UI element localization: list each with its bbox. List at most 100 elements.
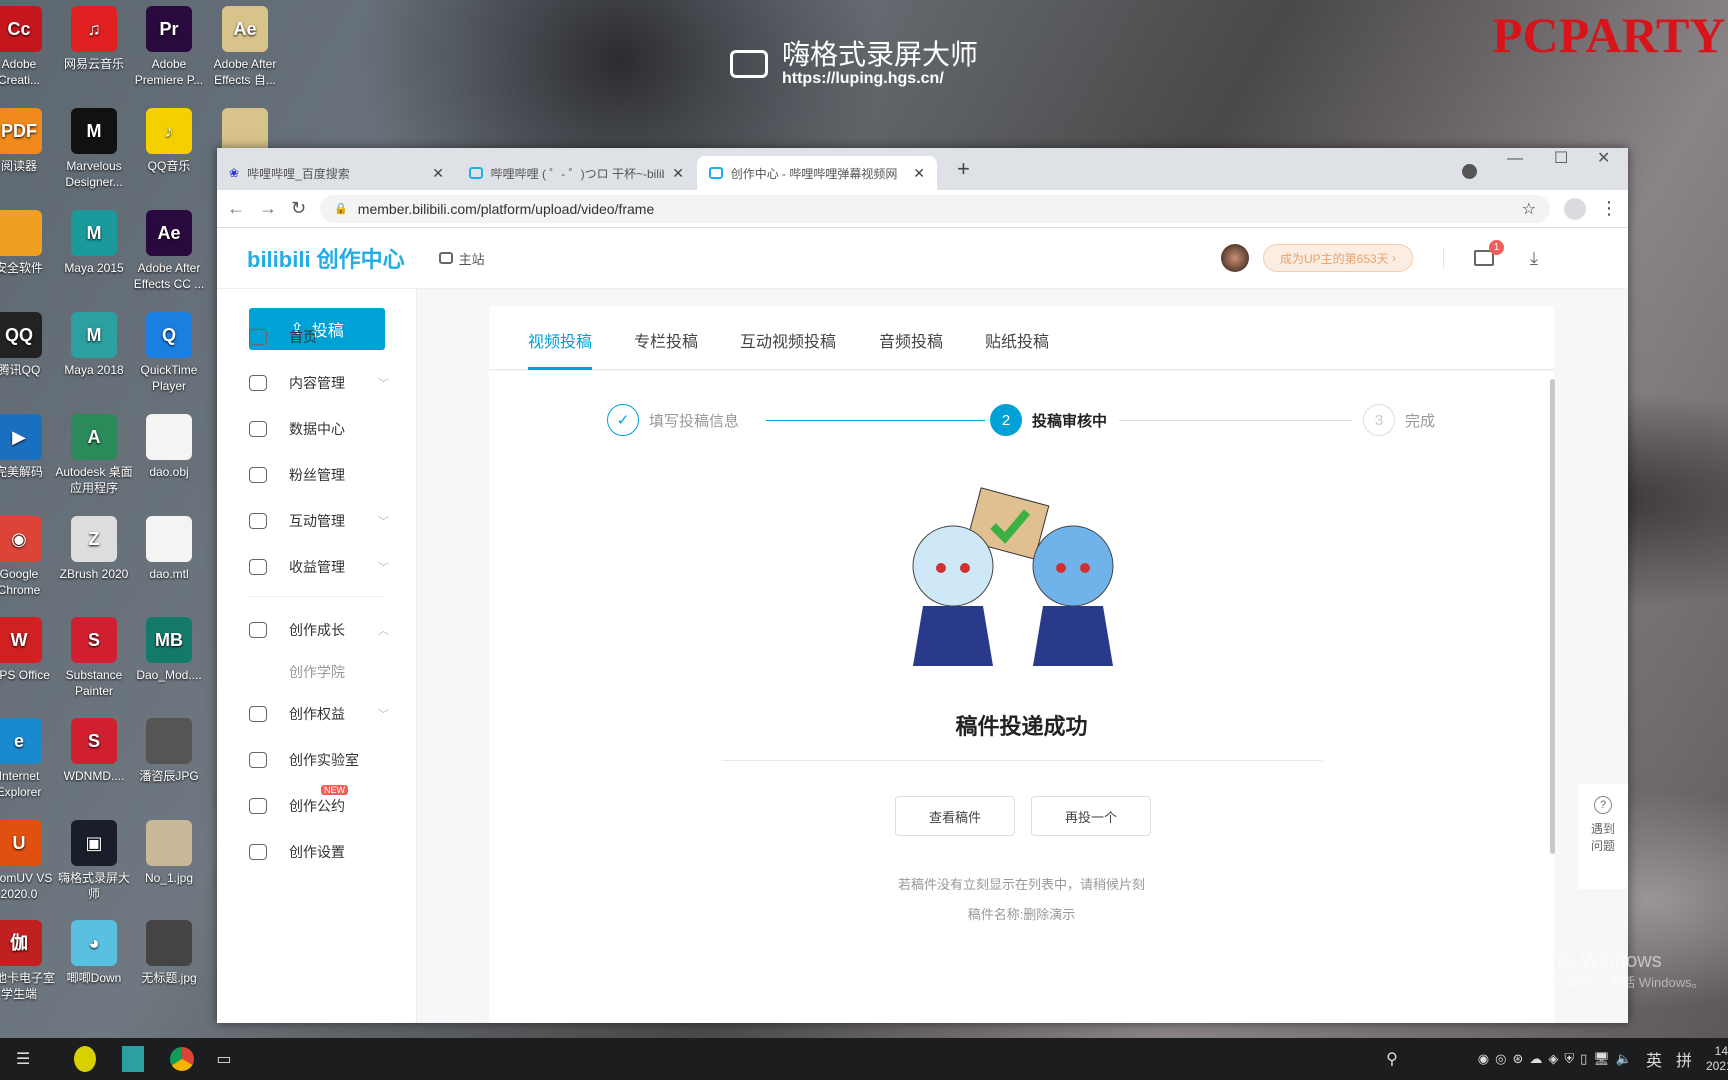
desktop-icon[interactable]: S Substance Painter [54,617,134,699]
submit-again-button[interactable]: 再投一个 [1031,796,1151,836]
sidebar-item[interactable]: 创作成长 ︿ [249,615,389,645]
sidebar-item[interactable]: 粉丝管理 [249,460,389,490]
view-submission-button[interactable]: 查看稿件 [895,796,1015,836]
close-window-button[interactable]: ✕ [1597,148,1610,168]
desktop-icon[interactable]: ♫ 网易云音乐 [54,6,134,72]
activation-subtitle: 转到"设置"以激活 Windows。 [1535,975,1705,990]
taskbar-app-chrome[interactable] [170,1047,195,1071]
desktop-icon[interactable]: A Autodesk 桌面应用程序 [54,414,134,496]
forward-icon[interactable]: → [259,198,277,219]
desktop-icon[interactable]: M Maya 2015 [54,210,134,276]
tray-icons[interactable]: ◉◎⊛☁◈⛨▯🖥🔈 [1478,1051,1638,1067]
maximize-button[interactable]: ☐ [1554,148,1568,168]
upload-tab[interactable]: 互动视频投稿 [740,328,836,370]
taskbar-app-recorder[interactable]: ▭ [216,1049,231,1069]
taskbar-app-maya[interactable] [122,1046,145,1072]
desktop-icon[interactable]: dao.obj [129,414,209,480]
close-tab-icon[interactable]: ✕ [913,165,925,182]
desktop-icon-label: Adobe Premiere P... [134,57,204,87]
tab-search-icon[interactable] [1462,164,1477,179]
app-icon: ◕ [71,920,117,966]
clock[interactable]: 142021 [1706,1044,1728,1074]
scrollbar[interactable] [1550,379,1555,854]
sidebar-item[interactable]: 互动管理 ﹀ [249,506,389,536]
ime-mode[interactable]: 拼 [1676,1047,1692,1071]
sidebar-item[interactable]: 创作公约 NEW [249,785,389,821]
desktop-icon[interactable]: Ae Adobe After Effects 自... [205,6,285,88]
address-bar[interactable]: 🔒 member.bilibili.com/platform/upload/vi… [320,194,1550,223]
new-tab-button[interactable]: + [957,156,970,182]
minimize-button[interactable]: — [1507,150,1523,168]
app-icon: Cc [0,6,42,52]
upload-card: ✓ 填写投稿信息 2 投稿审核中 3 完成 稿件投递成功 查看稿件 再投一个 若稿件没有立… [489,371,1554,1023]
avatar[interactable] [1220,244,1249,272]
task-view-icon[interactable]: ☰ [16,1049,30,1069]
desktop-icon[interactable]: Z ZBrush 2020 [54,516,134,582]
app-icon: MB [146,617,192,663]
upload-tab[interactable]: 视频投稿 [528,328,593,370]
profile-icon[interactable] [1564,197,1586,220]
desktop-icon[interactable]: Pr Adobe Premiere P... [129,6,209,88]
sidebar-item[interactable]: 内容管理 ﹀ [249,368,389,398]
tab-baidu[interactable]: ❀ 哔哩哔哩_百度搜索 ✕ [217,156,456,190]
desktop-icon-label: dao.obj [149,465,189,479]
desktop-icon[interactable]: ♪ QQ音乐 [129,108,209,174]
desktop-icon[interactable]: ◕ 唧唧Down [54,920,134,986]
desktop-icon-label: ZoomUV VS 2020.0 [0,871,53,901]
desktop-icon[interactable]: S WDNMD.... [54,718,134,784]
sidebar-item[interactable]: 首页 [249,322,389,352]
desktop-icon[interactable]: 无标题.jpg [129,920,209,986]
desktop-icon[interactable]: 伽卡他卡电子室学生端 [0,920,59,1002]
tab-creator-center[interactable]: 创作中心 - 哔哩哔哩弹幕视频网 ✕ [697,156,937,190]
mail-icon[interactable]: 1 [1474,240,1505,266]
main-site-link[interactable]: 主站 [438,249,485,268]
desktop-icon[interactable]: PDF 阅读器 [0,108,59,174]
desktop-icon[interactable]: ▣ 嗨格式录屏大师 [54,820,134,902]
upload-tab[interactable]: 贴纸投稿 [985,328,1049,370]
tab-title: 哔哩哔哩_百度搜索 [247,166,350,181]
desktop-icon[interactable]: ◉ Google Chrome [0,516,59,598]
desktop-icon[interactable]: QQ 腾讯QQ [0,312,59,378]
sidebar-item[interactable]: 创作设置 [249,837,389,867]
desktop-icon[interactable]: No_1.jpg [129,820,209,886]
ime-lang[interactable]: 英 [1646,1047,1662,1071]
desktop-icon[interactable]: U ZoomUV VS 2020.0 [0,820,59,902]
desktop-icon[interactable]: e Internet Explorer [0,718,59,800]
upload-tab[interactable]: 音频投稿 [879,328,943,370]
upload-tab[interactable]: 专栏投稿 [634,328,698,370]
app-icon: ♫ [71,6,117,52]
back-icon[interactable]: ← [227,198,245,219]
sidebar-item[interactable]: 创作权益 ﹀ [249,699,389,729]
sidebar-item[interactable]: 创作实验室 [249,745,389,775]
desktop-icon[interactable]: Ae Adobe After Effects CC ... [129,210,209,292]
desktop-icon[interactable]: 潘咨辰JPG [129,718,209,784]
sidebar-item[interactable]: 数据中心 [249,414,389,444]
desktop-icon[interactable]: MB Dao_Mod.... [129,617,209,683]
desktop-icon-label: QQ音乐 [147,159,191,173]
sidebar-item-label: 收益管理 [289,559,345,575]
sidebar-item[interactable]: 创作学院 [249,657,389,687]
sidebar-item[interactable]: 收益管理 ﹀ [249,552,389,582]
star-icon[interactable]: ☆ [1522,199,1536,219]
close-tab-icon[interactable]: ✕ [432,165,444,182]
desktop-icon[interactable]: dao.mtl [129,516,209,582]
close-tab-icon[interactable]: ✕ [672,165,684,182]
desktop-icon[interactable]: Cc Adobe Creati... [0,6,59,88]
bilibili-logo[interactable]: bilibili 创作中心 [247,242,405,274]
up-days-badge[interactable]: 成为UP主的第653天 › [1262,244,1414,272]
menu-icon[interactable]: ⋮ [1600,198,1618,219]
mascot-illustration [912,487,1114,666]
reload-icon[interactable]: ↻ [291,198,306,219]
sidebar-item-label: 粉丝管理 [289,467,345,483]
desktop-icon[interactable]: M Maya 2018 [54,312,134,378]
taskbar-app-qqmusic[interactable] [74,1046,97,1072]
desktop-icon[interactable]: 安全软件 [0,210,59,276]
desktop-icon[interactable]: W WPS Office [0,617,59,683]
desktop-icon[interactable]: Q QuickTime Player [129,312,209,394]
tab-bilibili[interactable]: 哔哩哔哩 ( ゜- ゜)つロ 干杯~-bilibili ✕ [457,156,696,190]
people-icon[interactable]: ⚲ [1386,1049,1398,1069]
help-widget[interactable]: ? 遇到问题 [1578,784,1628,889]
download-icon[interactable]: ⤓ [1530,248,1538,269]
desktop-icon[interactable]: M Marvelous Designer... [54,108,134,190]
desktop-icon[interactable]: ▶ 完美解码 [0,414,59,480]
